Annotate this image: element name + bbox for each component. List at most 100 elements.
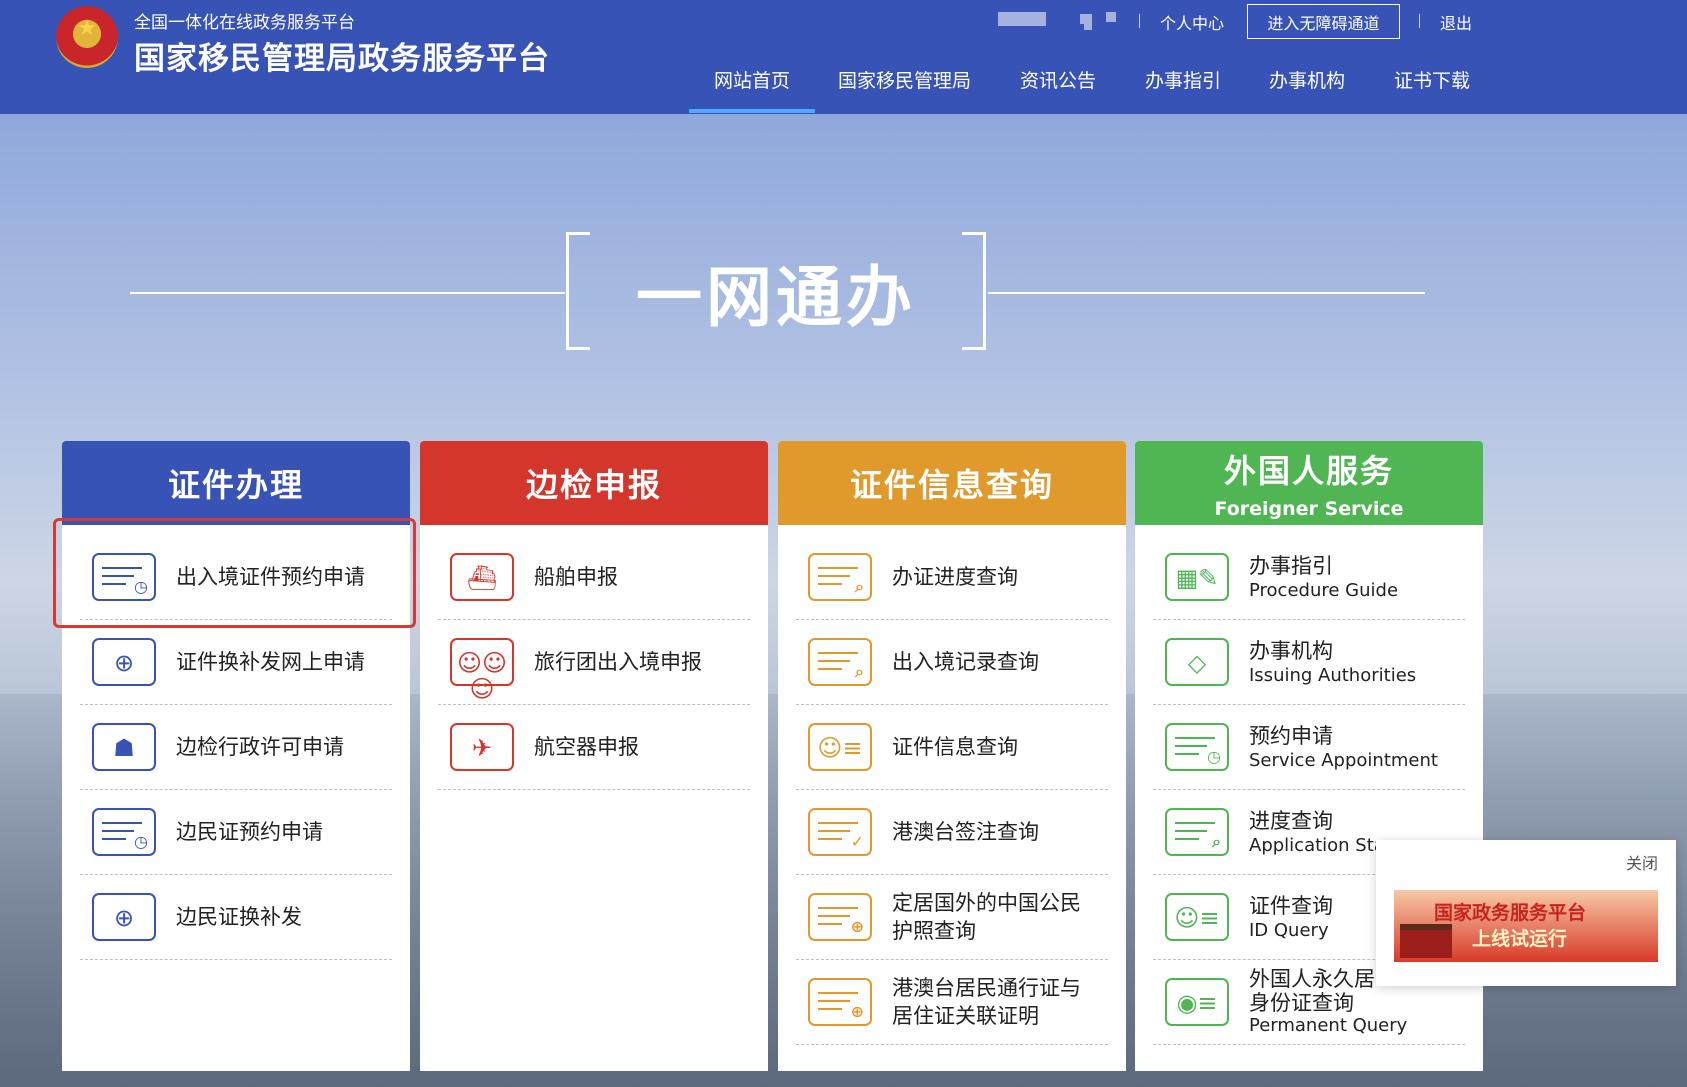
document-check-icon: ✓ [808, 808, 872, 856]
card-title: 外国人服务 [1223, 452, 1394, 490]
list-item-label: 证件换补发网上申请 [176, 650, 365, 674]
list-item-label: 出入境记录查询 [892, 650, 1039, 674]
card-subtitle: Foreigner Service [1214, 498, 1404, 520]
list-item[interactable]: ◷ 边民证预约申请 [80, 790, 392, 875]
id-card-icon: ☺≡ [1165, 893, 1229, 941]
list-item[interactable]: ⌕ 办证进度查询 [796, 535, 1108, 620]
title-line-left [130, 292, 565, 294]
globe-icon: ⊕ [92, 638, 156, 686]
card-title: 证件办理 [167, 466, 304, 504]
officer-icon: ☗ [92, 723, 156, 771]
selection-highlight [53, 518, 416, 628]
compass-icon: ◇ [1165, 638, 1229, 686]
list-item[interactable]: ⌕ 出入境记录查询 [796, 620, 1108, 705]
item-label-cn: 证件查询 [1249, 894, 1333, 918]
accessibility-button[interactable]: 进入无障碍通道 [1247, 4, 1400, 39]
popup-close-button[interactable]: 关闭 [1626, 850, 1658, 874]
list-item[interactable]: ☺≡ 证件信息查询 [796, 705, 1108, 790]
list-item-label: 办证进度查询 [892, 565, 1018, 589]
list-item-label: 定居国外的中国公民护照查询 [892, 891, 1081, 943]
list-item[interactable]: ⊕ 边民证换补发 [80, 875, 392, 960]
card-title: 证件信息查询 [849, 466, 1054, 504]
list-item[interactable]: ✈ 航空器申报 [438, 705, 750, 790]
nav-news[interactable]: 资讯公告 [1020, 66, 1096, 93]
list-item-label: 预约申请 Service Appointment [1249, 722, 1438, 772]
item-label-en: Permanent Query [1249, 1015, 1408, 1036]
list-item-label: 港澳台签注查询 [892, 820, 1039, 844]
item-label-cn-2: 身份证查询 [1249, 991, 1354, 1015]
airplane-icon: ✈ [450, 723, 514, 771]
document-search-icon: ⌕ [1165, 808, 1229, 856]
appointment-icon: ◷ [92, 808, 156, 856]
item-label-cn: 预约申请 [1249, 724, 1333, 748]
title-bracket-left [566, 232, 590, 350]
item-label-en: Procedure Guide [1249, 580, 1399, 601]
list-item[interactable]: ☺☺☺ 旅行团出入境申报 [438, 620, 750, 705]
appointment-icon: ◷ [1165, 723, 1229, 771]
list-item[interactable]: ✓ 港澳台签注查询 [796, 790, 1108, 875]
tiananmen-icon [1400, 924, 1452, 958]
list-item[interactable]: ⊕ 定居国外的中国公民护照查询 [796, 875, 1108, 960]
platform-title[interactable]: 国家移民管理局政务服务平台 [134, 33, 550, 78]
globe-icon: ⊕ [92, 893, 156, 941]
ship-icon: ⛴ [450, 553, 514, 601]
banner-line-2: 上线试运行 [1472, 928, 1568, 950]
nav-nia[interactable]: 国家移民管理局 [838, 66, 971, 93]
list-item-label: 边民证换补发 [176, 905, 302, 929]
national-emblem-icon[interactable]: ★ [56, 6, 118, 68]
logout-link[interactable]: 退出 [1440, 10, 1472, 34]
popup-banner[interactable]: 国家政务服务平台 上线试运行 [1394, 890, 1658, 962]
list-item-label: 旅行团出入境申报 [534, 650, 702, 674]
hero-title: 一网通办 [636, 259, 916, 336]
id-card-icon: ☺≡ [808, 723, 872, 771]
list-item-label: 证件查询 ID Query [1249, 892, 1333, 942]
card-header: 证件信息查询 [778, 441, 1126, 525]
title-line-right [988, 292, 1425, 294]
list-item[interactable]: ⛴ 船舶申报 [438, 535, 750, 620]
item-label-en: Application Sta [1249, 835, 1385, 856]
card-header: 边检申报 [420, 441, 768, 525]
personal-center-link[interactable]: 个人中心 [1160, 10, 1224, 34]
site-header: ★ 全国一体化在线政务服务平台 国家移民管理局政务服务平台 个人中心 进入无障碍… [0, 0, 1687, 114]
list-item-label: 证件信息查询 [892, 735, 1018, 759]
card-header: 证件办理 [62, 441, 410, 525]
list-item[interactable]: ▦✎ 办事指引 Procedure Guide [1153, 535, 1465, 620]
nav-guide[interactable]: 办事指引 [1145, 66, 1221, 93]
list-item-label: 港澳台居民通行证与居住证关联证明 [892, 976, 1081, 1028]
banner-line-1: 国家政务服务平台 [1434, 902, 1587, 924]
list-item[interactable]: ☗ 边检行政许可申请 [80, 705, 392, 790]
document-globe-icon: ⊕ [808, 978, 872, 1026]
permanent-id-icon: ◉≡ [1165, 978, 1229, 1026]
announcement-popup: 关闭 国家政务服务平台 上线试运行 [1376, 840, 1676, 986]
title-bracket-right [962, 232, 986, 350]
list-item[interactable]: ◷ 预约申请 Service Appointment [1153, 705, 1465, 790]
group-icon: ☺☺☺ [450, 638, 514, 702]
nav-active-indicator [689, 109, 815, 113]
card-title: 边检申报 [525, 466, 662, 504]
list-item[interactable]: ⊕ 证件换补发网上申请 [80, 620, 392, 705]
item-label-cn: 办事机构 [1249, 639, 1333, 663]
nav-agencies[interactable]: 办事机构 [1269, 66, 1345, 93]
item-label-cn: 进度查询 [1249, 809, 1333, 833]
item-label-en: Service Appointment [1249, 750, 1438, 771]
item-label-cn: 办事指引 [1249, 554, 1333, 578]
item-label-en: ID Query [1249, 920, 1329, 941]
nav-downloads[interactable]: 证书下载 [1394, 66, 1470, 93]
card-header: 外国人服务 Foreigner Service [1135, 441, 1483, 525]
card-document-query: 证件信息查询 ⌕ 办证进度查询 ⌕ 出入境记录查询 ☺≡ 证件信息查询 ✓ 港澳… [778, 441, 1126, 1071]
nav-home[interactable]: 网站首页 [714, 66, 790, 93]
list-item-label: 进度查询 Application Sta [1249, 807, 1385, 857]
list-item-label: 航空器申报 [534, 735, 639, 759]
list-item[interactable]: ⊕ 港澳台居民通行证与居住证关联证明 [796, 960, 1108, 1045]
document-search-icon: ⌕ [808, 638, 872, 686]
divider [1419, 14, 1420, 28]
list-item-label: 边民证预约申请 [176, 820, 323, 844]
document-search-icon: ⌕ [808, 553, 872, 601]
list-item-label: 边检行政许可申请 [176, 735, 344, 759]
list-item[interactable]: ◇ 办事机构 Issuing Authorities [1153, 620, 1465, 705]
card-border-declaration: 边检申报 ⛴ 船舶申报 ☺☺☺ 旅行团出入境申报 ✈ 航空器申报 [420, 441, 768, 1071]
divider [1139, 14, 1140, 28]
list-item-label: 船舶申报 [534, 565, 618, 589]
item-label-en: Issuing Authorities [1249, 665, 1417, 686]
platform-subtitle: 全国一体化在线政务服务平台 [134, 13, 355, 33]
